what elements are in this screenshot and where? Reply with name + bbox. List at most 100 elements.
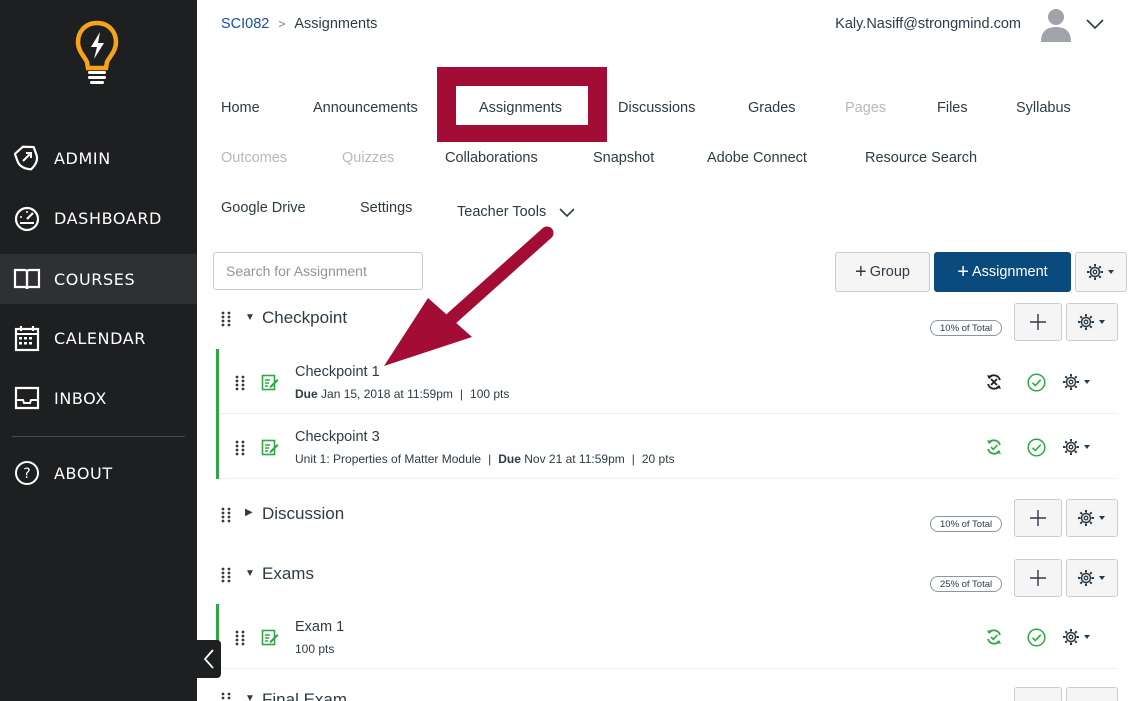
admin-shield-icon (13, 144, 41, 172)
add-to-group-button[interactable] (1014, 303, 1062, 341)
assignment-title[interactable]: Exam 1 (295, 619, 344, 635)
tab-snapshot[interactable]: Snapshot (593, 150, 654, 166)
assignment-meta: Due Jan 15, 2018 at 11:59pm | 100 pts (295, 387, 510, 401)
group-title[interactable]: Exams (262, 564, 314, 584)
points: 20 pts (641, 452, 675, 466)
page-settings-button[interactable] (1075, 252, 1127, 292)
nav-label-dashboard: DASHBOARD (54, 208, 162, 228)
dashboard-gauge-icon (13, 204, 41, 232)
tab-pages: Pages (845, 100, 887, 116)
nav-item-admin[interactable]: ADMIN (0, 133, 197, 183)
published-check-icon[interactable] (1027, 628, 1046, 647)
drag-handle-icon[interactable] (221, 692, 231, 701)
assignment-group-discussion: ▶ Discussion 10% of Total (213, 497, 1118, 537)
published-check-icon[interactable] (1027, 373, 1046, 392)
caret-down-icon[interactable]: ▼ (245, 312, 255, 323)
tab-outcomes: Outcomes (221, 150, 288, 166)
assignment-icon (261, 374, 279, 391)
caret-down-icon[interactable]: ▼ (245, 568, 255, 579)
points: 100 pts (295, 642, 335, 656)
group-settings-button[interactable] (1066, 687, 1118, 701)
nav-item-calendar[interactable]: CALENDAR (0, 313, 197, 363)
add-group-button[interactable]: + Group (835, 252, 930, 292)
points: 100 pts (470, 387, 510, 401)
assignment-row[interactable]: Checkpoint 3 Unit 1: Properties of Matte… (219, 414, 1118, 479)
calendar-icon (13, 324, 41, 352)
breadcrumb-separator: > (278, 17, 286, 31)
assignment-group-final-exam: ▼ Final Exam (213, 682, 1118, 701)
assignment-title[interactable]: Checkpoint 1 (295, 364, 380, 380)
tab-assignments[interactable]: Assignments (479, 100, 562, 116)
plus-icon (1030, 510, 1046, 526)
group-settings-button[interactable] (1066, 499, 1118, 537)
add-to-group-button[interactable] (1014, 687, 1062, 701)
add-assignment-label: Assignment (971, 264, 1048, 280)
tab-discussions[interactable]: Discussions (618, 100, 695, 116)
avatar[interactable] (1039, 6, 1073, 42)
breadcrumb-current: Assignments (294, 16, 378, 32)
due-label: Due (295, 387, 318, 401)
tab-resource-search[interactable]: Resource Search (865, 150, 977, 166)
tab-collaborations[interactable]: Collaborations (445, 150, 538, 166)
group-title[interactable]: Checkpoint (262, 308, 347, 328)
drag-handle-icon[interactable] (235, 440, 245, 456)
sync-success-icon[interactable] (985, 628, 1003, 646)
drag-handle-icon[interactable] (235, 630, 245, 646)
drag-handle-icon[interactable] (235, 375, 245, 391)
nav-divider (12, 436, 185, 437)
assignment-settings-gear-icon[interactable] (1062, 372, 1096, 392)
caret-down-icon[interactable]: ▼ (245, 693, 255, 701)
add-assignment-button[interactable]: + Assignment (934, 252, 1071, 292)
assignment-icon (261, 439, 279, 456)
assignment-title[interactable]: Checkpoint 3 (295, 429, 380, 445)
top-header: SCI082 > Assignments Kaly.Nasiff@strongm… (197, 0, 1141, 48)
assignment-group-exams: ▼ Exams 25% of Total (213, 557, 1118, 597)
group-title[interactable]: Final Exam (262, 690, 347, 701)
published-check-icon[interactable] (1027, 438, 1046, 457)
tab-teacher-tools[interactable]: Teacher Tools (457, 204, 546, 220)
collapse-nav-button[interactable] (197, 640, 221, 678)
add-to-group-button[interactable] (1014, 559, 1062, 597)
assignment-settings-gear-icon[interactable] (1062, 437, 1096, 457)
user-email[interactable]: Kaly.Nasiff@strongmind.com (835, 16, 1021, 32)
search-assignment-input[interactable] (213, 252, 423, 290)
drag-handle-icon[interactable] (221, 507, 231, 523)
tab-google-drive[interactable]: Google Drive (221, 200, 306, 216)
caret-right-icon[interactable]: ▶ (245, 507, 253, 518)
tab-files[interactable]: Files (937, 100, 968, 116)
assignment-meta: Unit 1: Properties of Matter Module | Due … (295, 452, 675, 466)
nav-label-inbox: INBOX (54, 388, 107, 408)
tab-grades[interactable]: Grades (748, 100, 796, 116)
assignment-settings-gear-icon[interactable] (1062, 627, 1096, 647)
group-title[interactable]: Discussion (262, 504, 344, 524)
group-settings-button[interactable] (1066, 559, 1118, 597)
lightbulb-logo-icon[interactable] (74, 20, 120, 88)
nav-item-about[interactable]: ? ABOUT (0, 448, 197, 498)
nav-item-inbox[interactable]: INBOX (0, 373, 197, 423)
tab-settings[interactable]: Settings (360, 200, 412, 216)
sync-error-icon[interactable] (985, 373, 1003, 391)
drag-handle-icon[interactable] (221, 311, 231, 327)
tab-announcements[interactable]: Announcements (313, 100, 418, 116)
group-settings-button[interactable] (1066, 303, 1118, 341)
tab-adobe-connect[interactable]: Adobe Connect (707, 150, 807, 166)
assignment-row[interactable]: Checkpoint 1 Due Jan 15, 2018 at 11:59pm… (219, 349, 1118, 414)
add-to-group-button[interactable] (1014, 499, 1062, 537)
group-weight-badge: 10% of Total (930, 516, 1003, 532)
nav-item-dashboard[interactable]: DASHBOARD (0, 193, 197, 243)
drag-handle-icon[interactable] (221, 567, 231, 583)
tab-home[interactable]: Home (221, 100, 260, 116)
assignment-row[interactable]: Exam 1 100 pts (219, 604, 1118, 669)
plus-icon: + (855, 261, 867, 283)
nav-item-courses[interactable]: COURSES (0, 254, 197, 304)
sync-success-icon[interactable] (985, 438, 1003, 456)
breadcrumb-course-link[interactable]: SCI082 (221, 16, 269, 32)
group-weight-badge: 25% of Total (930, 576, 1003, 592)
nav-label-courses: COURSES (54, 269, 136, 289)
user-menu-chevron-down-icon[interactable] (1084, 14, 1106, 34)
gear-icon (1078, 510, 1105, 526)
teacher-tools-chevron-down-icon[interactable] (558, 204, 576, 220)
svg-text:?: ? (23, 466, 30, 482)
nav-label-calendar: CALENDAR (54, 328, 147, 348)
tab-syllabus[interactable]: Syllabus (1016, 100, 1071, 116)
